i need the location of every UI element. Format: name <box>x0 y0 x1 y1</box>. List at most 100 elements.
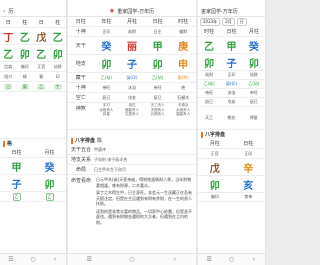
branch: 子 <box>11 179 22 191</box>
app-bar: ◉ 重家园学-万年历 <box>68 6 196 17</box>
branch: 卯 <box>209 180 220 192</box>
menu-icon[interactable]: ☰ <box>68 254 111 265</box>
tag: 乙 <box>37 83 46 90</box>
shensha-col: 天德合 太极贵人 福星贵人 <box>176 103 191 116</box>
cell: 帝旺 <box>153 84 162 90</box>
row-label: 十神 <box>75 29 86 35</box>
back-nav-icon[interactable]: ‹ <box>44 254 66 265</box>
section-marker <box>201 131 203 138</box>
shensha-col: 羊刃 太极贵人 将星 <box>99 103 114 116</box>
col-header: 日 <box>38 19 44 26</box>
lower-stem-row: 甲 癸 <box>0 158 66 175</box>
cell: 劫财 <box>127 28 136 34</box>
col-header: 柱 <box>22 19 28 26</box>
bottom-nav: ☰ ○ ‹ <box>198 253 265 265</box>
app-bar: 宙家园学-万年历 <box>198 6 265 17</box>
stem: 癸 <box>101 42 112 53</box>
app-bar: ‹ 历 <box>0 6 66 17</box>
col-header: 日柱 <box>11 150 22 156</box>
date-selector: 2023年 2月 日 <box>198 17 265 27</box>
back-nav-icon[interactable]: ‹ <box>153 254 196 265</box>
app-title: 历 <box>8 8 14 15</box>
lower-branch-row: 子 卯 <box>0 175 66 192</box>
branch: 乙 <box>36 49 47 61</box>
branch: 卯 <box>19 49 30 61</box>
lower-branch-row: 卯 亥 <box>198 176 265 193</box>
col-header: 月柱 <box>126 19 137 25</box>
back-icon[interactable]: ‹ <box>3 8 5 15</box>
col-header: 日柱 <box>75 19 86 25</box>
cell: 正印 <box>102 28 111 34</box>
col-header: 日柱 <box>152 19 163 25</box>
day-select[interactable]: 日 <box>236 18 247 26</box>
branch: 卯 <box>248 58 259 70</box>
sub-cell: 天乙 <box>205 115 214 120</box>
tag: 庚 <box>20 83 29 90</box>
lower-header-row: 日柱 月柱 <box>0 148 66 158</box>
header-row: 日柱 年柱 月柱 日柱 时柱 <box>68 17 196 27</box>
sub-cell: 比肩 <box>4 63 13 69</box>
middle-screen: ◉ 重家园学-万年历 日柱 年柱 月柱 日柱 时柱 十神 正印 劫财 日主 偏财… <box>68 0 197 265</box>
col-header: 月柱 <box>248 29 259 35</box>
home-icon[interactable]: ○ <box>111 254 154 265</box>
stem: 庚 <box>178 42 189 53</box>
sub-cell: 帝旺 <box>249 90 258 95</box>
sub-cell: 将星 <box>249 115 258 120</box>
home-icon[interactable]: ○ <box>220 254 242 265</box>
sha-row: 天乙 桃花 将星 <box>198 107 265 130</box>
shensha-row: 神煞 羊刃 太极贵人 将星 桃花 福星贵人 文昌贵人 天乙贵人 天德贵人 月德贵… <box>68 103 196 130</box>
section-marker <box>3 140 5 147</box>
section-header: 八字排盘 陈 <box>68 136 196 145</box>
stem: 丽 <box>126 42 137 53</box>
cell: 偏财 <box>179 28 188 34</box>
tag: 己 <box>4 83 13 90</box>
stem: 甲 <box>226 41 237 53</box>
cell: 辰巳 <box>153 94 162 100</box>
year-select[interactable]: 2023年 <box>200 18 221 26</box>
row-label: 地支 <box>75 61 86 67</box>
stem: 甲 <box>11 162 22 174</box>
cell: 癸(印) <box>126 74 138 80</box>
analysis-paragraph: 读到的是非常丰富的物品。一切家中心依靠，但是身不虚也，遇到有财物金遇财的大方者，… <box>96 208 192 225</box>
zhishen-row: 十神 帝旺 沐浴 帝旺 绝 <box>68 83 196 93</box>
kongwang-row: 空亡 辰巳 戌亥 辰巳 石榴木 <box>68 93 196 103</box>
branch: 卯 <box>204 58 215 70</box>
stem: 癸 <box>248 41 259 53</box>
sub-cell: 帝旺 <box>205 90 214 95</box>
sub-cell: 劫财 <box>53 63 62 69</box>
stem: 乙 <box>19 32 30 44</box>
branch: 申 <box>178 60 189 71</box>
sub-cell: 乙(劫) <box>203 81 215 86</box>
lower-stem-row: 戊 辛 <box>198 159 265 176</box>
cell: 帝旺 <box>102 84 111 90</box>
cell: 绝 <box>181 84 186 90</box>
sub-cell: 印 <box>55 73 60 79</box>
branch: 子 <box>226 58 237 70</box>
col-header: 日 <box>5 19 11 26</box>
home-icon[interactable]: ○ <box>22 254 44 265</box>
row-label: 十神 <box>75 85 86 91</box>
sub-row: 劫财 正印 劫财 <box>198 71 265 80</box>
shensha-col: 桃花 福星贵人 文昌贵人 <box>124 103 139 116</box>
col-header: 时柱 <box>178 19 189 25</box>
menu-icon[interactable]: ☰ <box>0 254 22 265</box>
row-label: 藏干 <box>75 75 86 81</box>
cell: 乙(劫) <box>152 74 164 80</box>
back-nav-icon[interactable]: ‹ <box>243 254 265 265</box>
month-select[interactable]: 2月 <box>222 18 235 26</box>
cell: 石榴木 <box>177 94 190 100</box>
shensha-col: 天乙贵人 天德贵人 月德贵人 <box>150 103 165 116</box>
shishen-row: 十神 正印 劫财 日主 偏财 <box>68 27 196 37</box>
sub-cell: 正官 <box>210 150 219 156</box>
lower-sub-row: 偏印 食神 <box>198 193 265 202</box>
sub-cell: 戌亥 <box>227 99 236 104</box>
cell: 庚(杀) <box>177 74 189 80</box>
tag: 乙 <box>45 192 54 201</box>
menu-icon[interactable]: ☰ <box>198 254 220 265</box>
row-label: 天干 <box>75 43 86 49</box>
col-header: 日柱 <box>243 141 254 147</box>
detail-row: 命局 日主甲木生于卯月 <box>68 165 196 175</box>
sub-cell: 辰巳 <box>249 99 258 104</box>
section-header: 八字排盘 <box>198 130 265 139</box>
analysis-paragraph: 日元甲木(或)天家亲戚，得财地遥杨财人称，当年财物喜相逢，难有财源，二木喜水。 <box>96 177 192 188</box>
